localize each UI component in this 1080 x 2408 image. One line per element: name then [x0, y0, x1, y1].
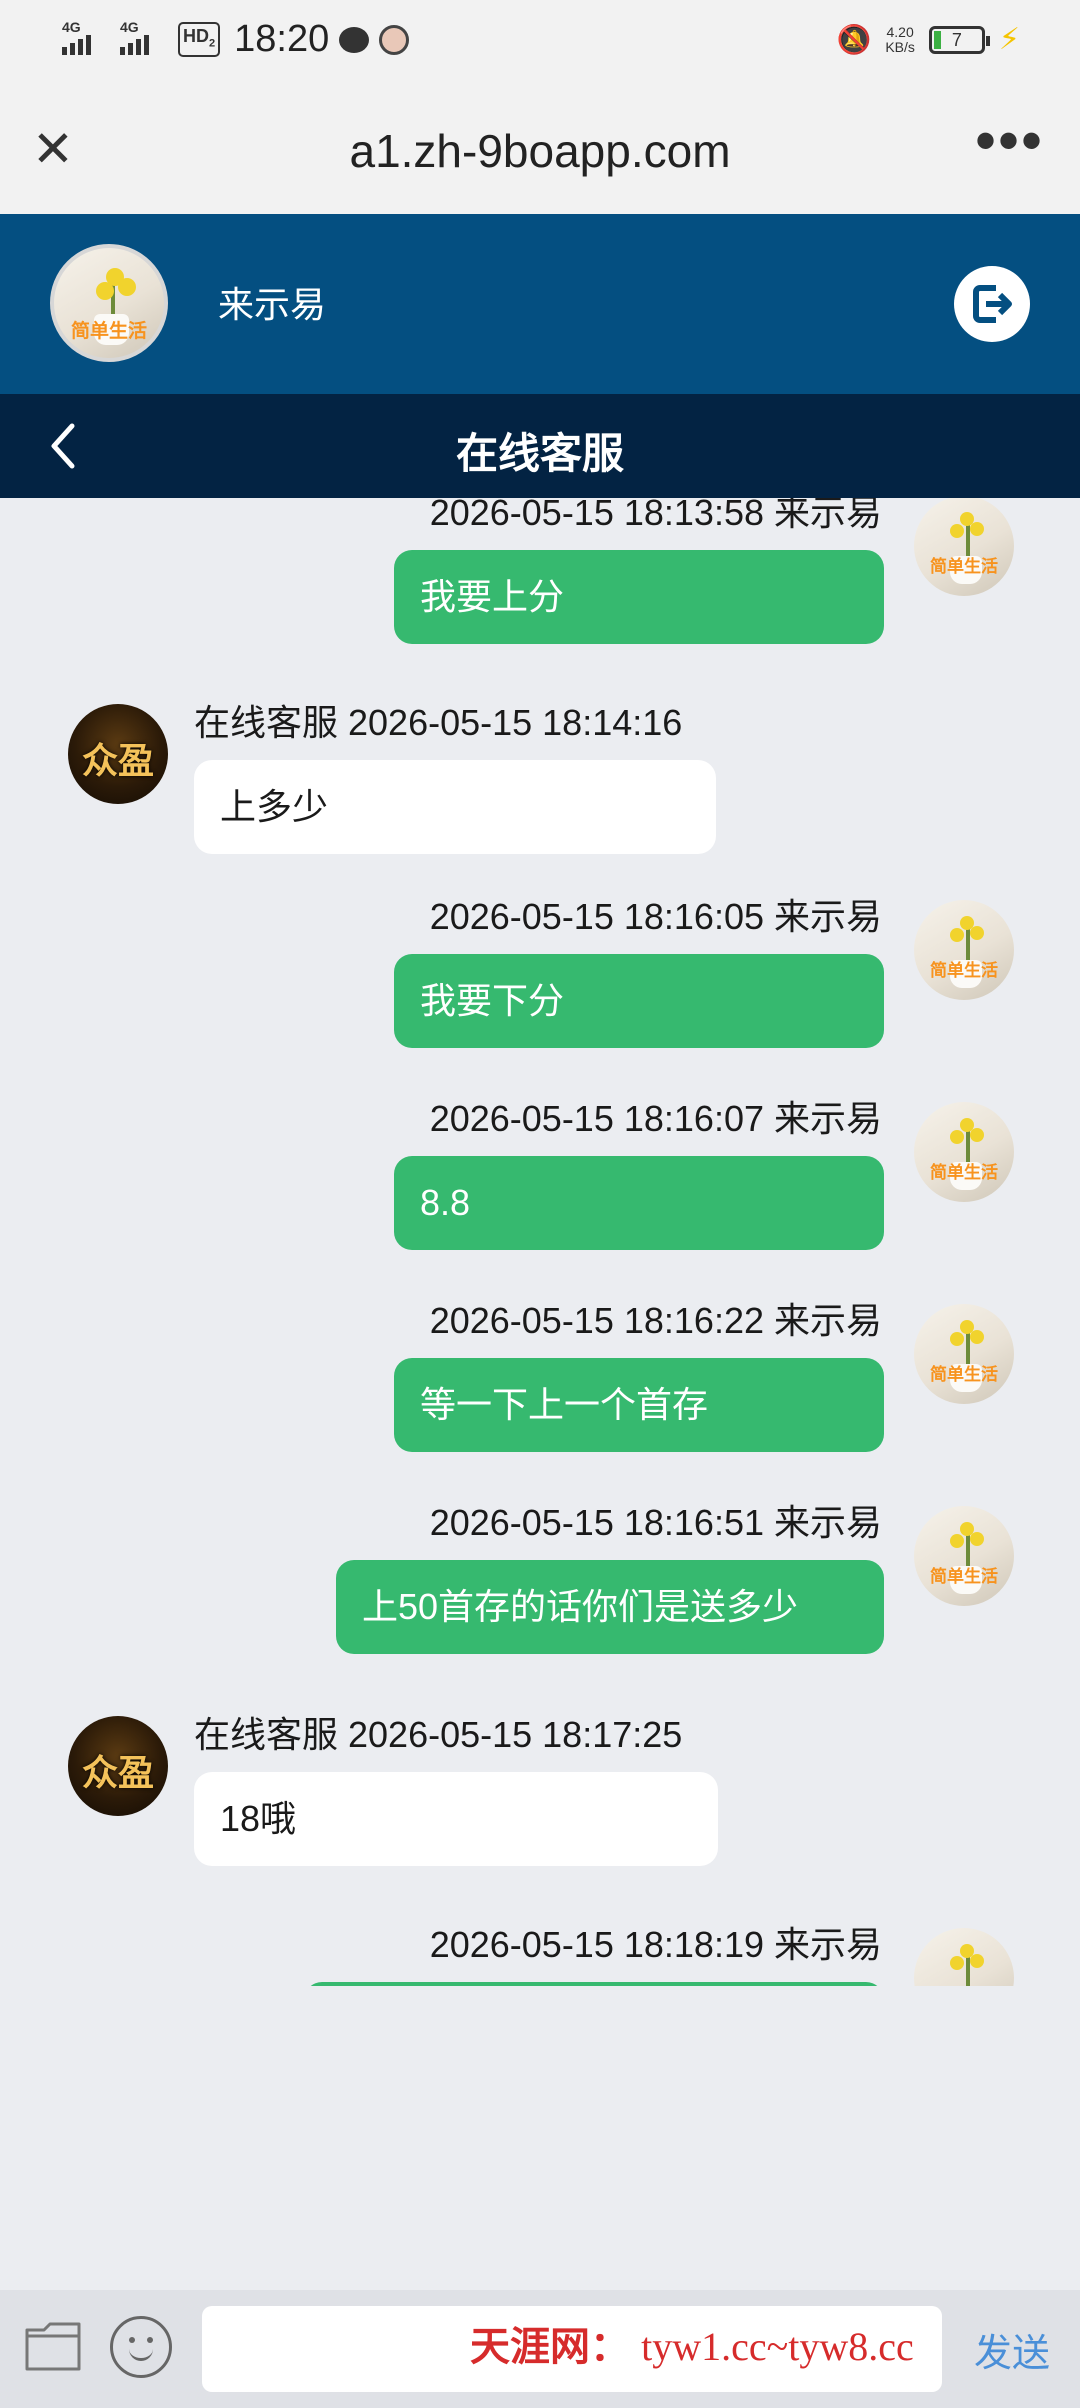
status-bar: 4G 4G HD2 18:20 🔕 4.20 KB/s 7 ⚡: [0, 0, 1080, 80]
user-avatar[interactable]: 简单生活: [50, 244, 168, 362]
signal-icon: 4G: [120, 19, 168, 55]
user-header: 简单生活 来示易: [0, 214, 1080, 394]
charging-icon: ⚡: [998, 23, 1020, 56]
network-speed-value: 4.20: [886, 23, 914, 40]
message-bubble[interactable]: 18哦: [194, 1772, 718, 1866]
chat-messages[interactable]: 简单生活 2026-05-15 18:13:58 来示易 我要上分 众盈 在线客服 20…: [0, 498, 1080, 1986]
browser-url: a1.zh-9boapp.com: [349, 125, 731, 177]
watermark: 天涯网： tyw1.cc~tyw8.cc: [470, 2314, 914, 2372]
network-speed-unit: KB/s: [885, 38, 915, 55]
battery-level: 7: [951, 29, 962, 50]
user-avatar[interactable]: 简单生活: [914, 1928, 1014, 1986]
app-notification-icon: [379, 24, 410, 55]
sent-message: 简单生活 2026-05-15 18:16:51 来示易上50首存的话你们是送多少: [0, 1494, 1080, 1704]
avatar-text: 简单生活: [930, 961, 998, 980]
signal-label: 4G: [120, 18, 139, 35]
avatar-text: 简单生活: [930, 1365, 998, 1384]
message-notification-icon: [339, 26, 370, 53]
agent-avatar[interactable]: 众盈: [68, 704, 168, 804]
mute-bell-icon: 🔕: [836, 24, 872, 55]
message-bubble[interactable]: 上多少: [194, 760, 716, 854]
network-speed: 4.20 KB/s: [885, 23, 915, 55]
message-meta: 在线客服 2026-05-15 18:17:25: [194, 1714, 683, 1755]
message-meta: 在线客服 2026-05-15 18:14:16: [194, 702, 683, 743]
message-bubble[interactable]: 等一下上一个首存: [394, 1358, 884, 1452]
received-message: 众盈 在线客服 2026-05-15 18:14:16 上多少: [0, 694, 1080, 904]
more-options-icon[interactable]: •••: [975, 106, 1044, 175]
signal-icon: 4G: [62, 19, 110, 55]
avatar-text: 简单生活: [930, 557, 998, 576]
user-name: 来示易: [218, 284, 327, 325]
send-button[interactable]: 发送: [974, 2322, 1050, 2377]
user-avatar[interactable]: 简单生活: [914, 1506, 1014, 1606]
battery-icon: 7: [928, 25, 990, 54]
message-meta: 2026-05-15 18:16:51 来示易: [429, 1502, 882, 1543]
received-message: 众盈 在线客服 2026-05-15 18:17:25 18哦: [0, 1706, 1080, 1916]
avatar-text: 简单生活: [70, 321, 147, 342]
message-meta: 2026-05-15 18:16:22 来示易: [429, 1300, 882, 1341]
avatar-text: 简单生活: [914, 1984, 1014, 1986]
emoji-icon[interactable]: [110, 2316, 172, 2378]
message-meta: 2026-05-15 18:18:19 来示易: [429, 1924, 882, 1965]
hd-voice-icon: HD2: [178, 21, 221, 58]
sent-message: 简单生活 2026-05-15 18:18:19 来示易: [0, 1916, 1080, 1986]
user-avatar[interactable]: 简单生活: [914, 1304, 1014, 1404]
watermark-urls: tyw1.cc~tyw8.cc: [641, 2324, 914, 2369]
title-bar: 在线客服: [0, 394, 1080, 498]
signal-label: 4G: [62, 18, 81, 35]
avatar-text: 简单生活: [930, 1163, 998, 1182]
status-time: 18:20: [234, 18, 330, 60]
sent-message: 简单生活 2026-05-15 18:16:05 来示易我要下分: [0, 888, 1080, 1098]
logout-button[interactable]: [954, 266, 1030, 342]
logout-icon: [973, 285, 1012, 323]
message-meta: 2026-05-15 18:16:05 来示易: [429, 896, 882, 937]
agent-avatar-text: 众盈: [81, 740, 154, 781]
message-bubble[interactable]: [304, 1982, 884, 1986]
sent-message: 简单生活 2026-05-15 18:13:58 来示易我要上分: [0, 498, 1080, 694]
message-bubble[interactable]: 8.8: [394, 1156, 884, 1250]
message-bubble[interactable]: 上50首存的话你们是送多少: [336, 1560, 884, 1654]
browser-toolbar: ✕ a1.zh-9boapp.com •••: [0, 80, 1080, 214]
user-avatar[interactable]: 简单生活: [914, 498, 1014, 596]
agent-avatar[interactable]: 众盈: [68, 1716, 168, 1816]
folder-icon[interactable]: [24, 2320, 82, 2372]
page-title: 在线客服: [455, 430, 624, 477]
avatar-text: 简单生活: [930, 1567, 998, 1586]
message-bubble[interactable]: 我要下分: [394, 954, 884, 1048]
agent-avatar-text: 众盈: [81, 1752, 154, 1793]
sent-message: 简单生活 2026-05-15 18:16:07 来示易 8.8: [0, 1090, 1080, 1300]
sent-message: 简单生活 2026-05-15 18:16:22 来示易等一下上一个首存: [0, 1292, 1080, 1502]
message-meta: 2026-05-15 18:13:58 来示易: [429, 498, 882, 533]
message-bubble[interactable]: 我要上分: [394, 550, 884, 644]
user-avatar[interactable]: 简单生活: [914, 1102, 1014, 1202]
message-meta: 2026-05-15 18:16:07 来示易: [429, 1098, 882, 1139]
watermark-site-name: 天涯网：: [470, 2323, 630, 2370]
user-avatar[interactable]: 简单生活: [914, 900, 1014, 1000]
